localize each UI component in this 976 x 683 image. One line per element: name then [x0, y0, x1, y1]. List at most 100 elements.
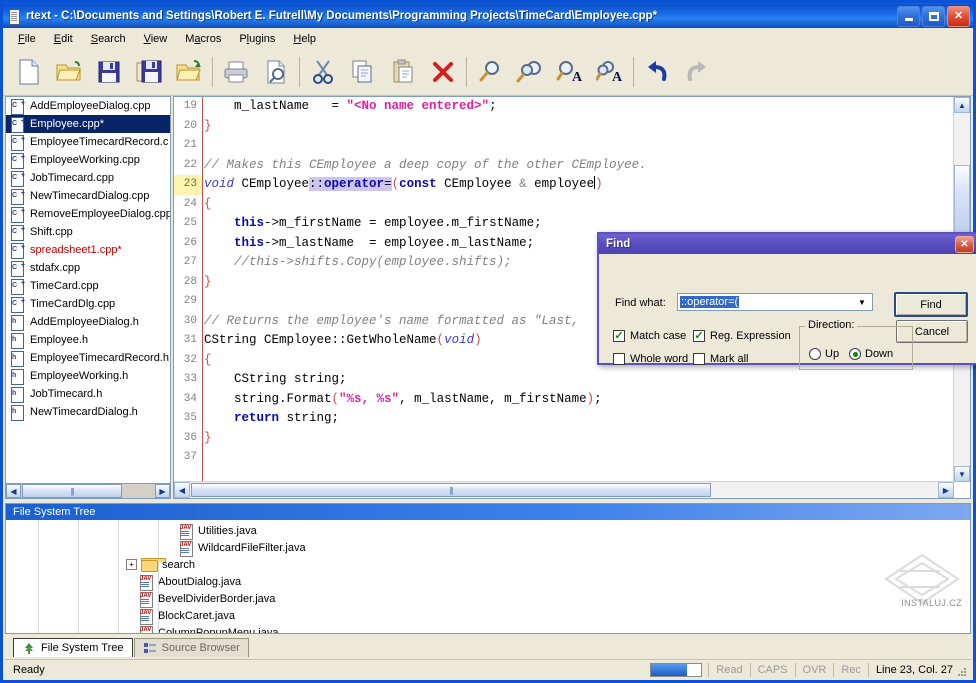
hscroll-left-button[interactable]: ◀	[174, 482, 190, 498]
menu-plugins[interactable]: Plugins	[230, 31, 284, 47]
save-all-icon[interactable]	[129, 52, 169, 92]
app-icon	[6, 8, 22, 24]
vscroll-thumb[interactable]	[954, 165, 970, 235]
dock-header: File System Tree	[6, 504, 970, 520]
list-item[interactable]: C+EmployeeTimecardRecord.c	[6, 133, 170, 151]
maximize-button[interactable]	[922, 6, 945, 27]
cpp-file-icon: C+	[10, 261, 25, 276]
menu-file[interactable]: File	[9, 31, 45, 47]
line-number: 21	[174, 136, 202, 156]
radio-icon-down[interactable]	[849, 348, 861, 360]
tree-node[interactable]: JAVUtilities.java	[6, 522, 970, 539]
open-files-list[interactable]: C+AddEmployeeDialog.cppC+Employee.cpp*C+…	[5, 96, 171, 499]
toolbar: A A	[3, 49, 973, 96]
list-item[interactable]: C+stdafx.cpp	[6, 259, 170, 277]
list-item[interactable]: C+TimeCardDlg.cpp	[6, 295, 170, 313]
menu-edit[interactable]: Edit	[45, 31, 82, 47]
open-folder-icon[interactable]	[49, 52, 89, 92]
copy-icon[interactable]	[343, 52, 383, 92]
checkbox-icon-reg-expression[interactable]	[693, 330, 705, 342]
list-item[interactable]: C+Employee.cpp*	[6, 115, 170, 133]
list-item[interactable]: C+EmployeeWorking.cpp	[6, 151, 170, 169]
list-item[interactable]: hNewTimecardDialog.h	[6, 403, 170, 421]
tree-node[interactable]: JAVAboutDialog.java	[6, 573, 970, 590]
list-item[interactable]: C+TimeCard.cpp	[6, 277, 170, 295]
list-item[interactable]: C+AddEmployeeDialog.cpp	[6, 97, 170, 115]
status-message: Ready	[5, 664, 650, 676]
menu-help[interactable]: Help	[284, 31, 325, 47]
tree-node[interactable]: JAVWildcardFileFilter.java	[6, 539, 970, 556]
delete-icon[interactable]	[423, 52, 463, 92]
find-next-icon[interactable]	[510, 52, 550, 92]
scroll-thumb[interactable]: |||	[22, 484, 122, 498]
cut-icon[interactable]	[303, 52, 343, 92]
print-preview-icon[interactable]	[256, 52, 296, 92]
list-item[interactable]: C+NewTimecardDialog.cpp	[6, 187, 170, 205]
list-item-label: Employee.cpp*	[30, 118, 104, 130]
list-item[interactable]: hEmployeeWorking.h	[6, 367, 170, 385]
save-icon[interactable]	[89, 52, 129, 92]
radio-icon-up[interactable]	[809, 348, 821, 360]
status-read[interactable]: Read	[708, 663, 749, 677]
print-icon[interactable]	[216, 52, 256, 92]
find-button[interactable]: Find	[894, 292, 968, 317]
status-ovr[interactable]: OVR	[795, 663, 834, 677]
scroll-down-button[interactable]: ▼	[954, 466, 970, 482]
mark-all-checkbox[interactable]: Mark all	[693, 353, 749, 365]
code-line-22: // Makes this CEmployee a deep copy of t…	[204, 156, 954, 176]
minimize-button[interactable]	[897, 6, 920, 27]
paste-icon[interactable]	[383, 52, 423, 92]
reg-expression-checkbox[interactable]: Reg. Expression	[693, 330, 791, 342]
list-item-label: Shift.cpp	[30, 226, 73, 238]
list-item[interactable]: hJobTimecard.h	[6, 385, 170, 403]
list-item[interactable]: hAddEmployeeDialog.h	[6, 313, 170, 331]
tree-node[interactable]: JAVBlockCaret.java	[6, 607, 970, 624]
direction-down-radio[interactable]: Down	[849, 348, 893, 360]
tab-source-browser[interactable]: Source Browser	[134, 638, 249, 657]
list-item[interactable]: C+JobTimecard.cpp	[6, 169, 170, 187]
status-caps[interactable]: CAPS	[750, 663, 795, 677]
file-list-hscrollbar[interactable]: ◀ ||| ▶	[5, 483, 171, 499]
direction-up-radio[interactable]: Up	[809, 348, 839, 360]
whole-word-checkbox[interactable]: Whole word	[613, 353, 688, 365]
find-what-input[interactable]: ::operator=(	[680, 296, 739, 308]
replace-next-icon[interactable]: A	[590, 52, 630, 92]
menu-macros[interactable]: Macros	[176, 31, 230, 47]
tab-file-system-tree[interactable]: File System Tree	[13, 638, 133, 657]
cpp-file-icon: C+	[10, 99, 25, 114]
file-system-tree[interactable]: JAVUtilities.javaJAVWildcardFileFilter.j…	[6, 520, 970, 634]
checkbox-icon-match-case[interactable]	[613, 330, 625, 342]
menu-search[interactable]: Search	[82, 31, 135, 47]
find-what-combobox[interactable]: ::operator=( ▼	[677, 293, 873, 311]
scroll-up-button[interactable]: ▲	[954, 97, 970, 113]
list-item[interactable]: C+Shift.cpp	[6, 223, 170, 241]
tree-node[interactable]: JAVBevelDividerBorder.java	[6, 590, 970, 607]
editor-hscrollbar[interactable]: ◀ ||| ▶	[174, 481, 954, 498]
open-recent-icon[interactable]	[169, 52, 209, 92]
resize-grip[interactable]	[956, 666, 968, 678]
hscroll-thumb[interactable]: |||	[191, 483, 711, 497]
list-item[interactable]: C+RemoveEmployeeDialog.cpp	[6, 205, 170, 223]
checkbox-icon-mark-all[interactable]	[693, 353, 705, 365]
status-rec[interactable]: Rec	[833, 663, 868, 677]
replace-icon[interactable]: A	[550, 52, 590, 92]
chevron-down-icon[interactable]: ▼	[854, 296, 870, 309]
list-item[interactable]: C+spreadsheet1.cpp*	[6, 241, 170, 259]
checkbox-icon-whole-word[interactable]	[613, 353, 625, 365]
tree-node[interactable]: +search	[6, 556, 970, 573]
list-item[interactable]: hEmployee.h	[6, 331, 170, 349]
new-file-icon[interactable]	[9, 52, 49, 92]
close-button[interactable]: ✕	[947, 6, 970, 27]
scroll-right-button[interactable]: ▶	[155, 484, 170, 498]
find-dialog-close-button[interactable]: ✕	[955, 236, 974, 253]
scroll-left-button[interactable]: ◀	[6, 484, 21, 498]
undo-icon[interactable]	[637, 52, 677, 92]
list-item-label: EmployeeTimecardRecord.h	[30, 352, 169, 364]
menu-view[interactable]: View	[135, 31, 177, 47]
list-item[interactable]: hEmployeeTimecardRecord.h	[6, 349, 170, 367]
match-case-checkbox[interactable]: Match case	[613, 330, 686, 342]
find-icon[interactable]	[470, 52, 510, 92]
expand-icon[interactable]: +	[126, 559, 137, 570]
hscroll-right-button[interactable]: ▶	[938, 482, 954, 498]
tree-node[interactable]: JAVColumnPopupMenu.java	[6, 624, 970, 634]
